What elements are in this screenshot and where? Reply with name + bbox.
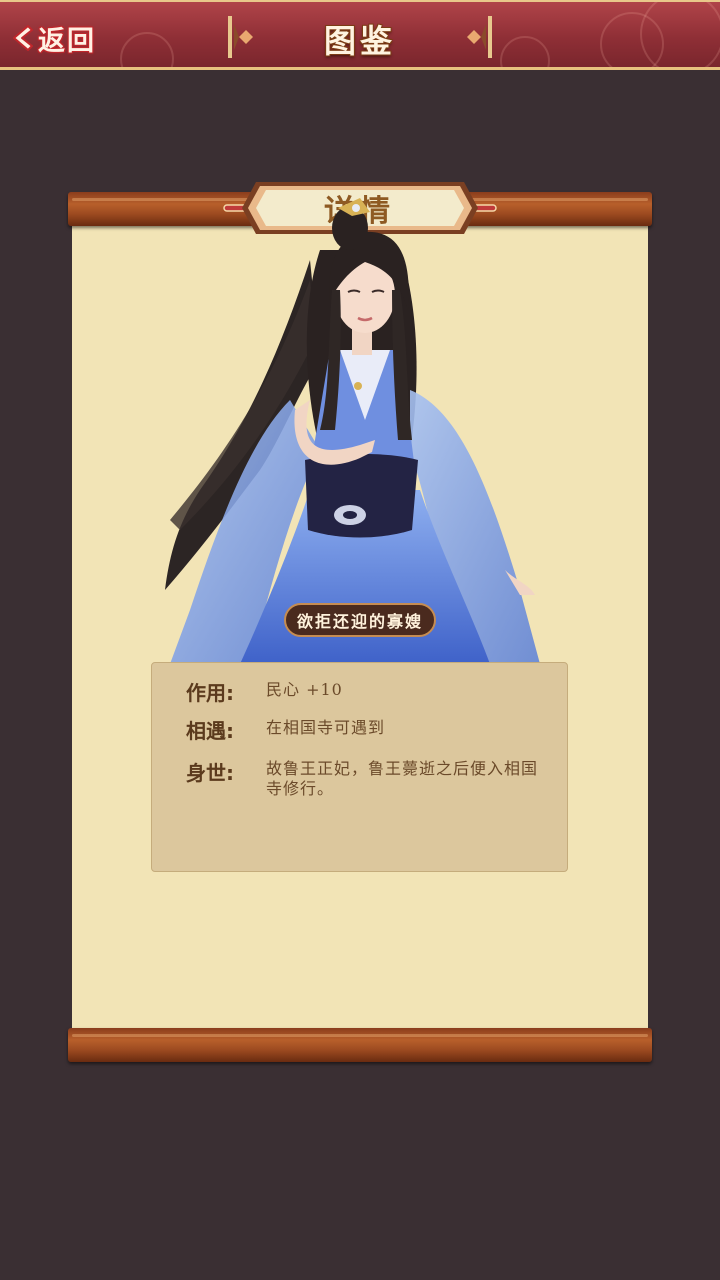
info-label: 身世: [186, 761, 234, 785]
info-value: 故鲁王正妃，鲁王薨逝之后便入相国寺修行。 [266, 759, 539, 798]
page-title: 图鉴 [323, 22, 396, 60]
back-arrow-icon [13, 25, 33, 51]
title-right-ornament-icon [467, 16, 492, 58]
top-bar: 返回 图鉴 [0, 0, 720, 70]
info-value: 在相国寺可遇到 [266, 718, 386, 737]
title-left-ornament-icon [228, 16, 253, 58]
cloud-pattern [120, 32, 174, 67]
scroll-bottom-rod [68, 1028, 652, 1062]
character-name-plate: 欲拒还迎的寡嫂 [284, 603, 436, 637]
back-button[interactable]: 返回 [8, 20, 106, 57]
info-label: 相遇: [186, 719, 234, 743]
info-label: 作用: [186, 681, 234, 705]
character-portrait [165, 198, 540, 664]
character-info-panel: 作用: 民心 +10 相遇: 在相国寺可遇到 身世: 故鲁王正妃，鲁王薨逝之后便… [151, 662, 568, 872]
back-label: 返回 [38, 25, 96, 57]
info-value: 民心 +10 [266, 680, 343, 699]
cloud-pattern [500, 36, 550, 67]
cloud-pattern [640, 2, 720, 67]
character-name: 欲拒还迎的寡嫂 [296, 612, 423, 631]
